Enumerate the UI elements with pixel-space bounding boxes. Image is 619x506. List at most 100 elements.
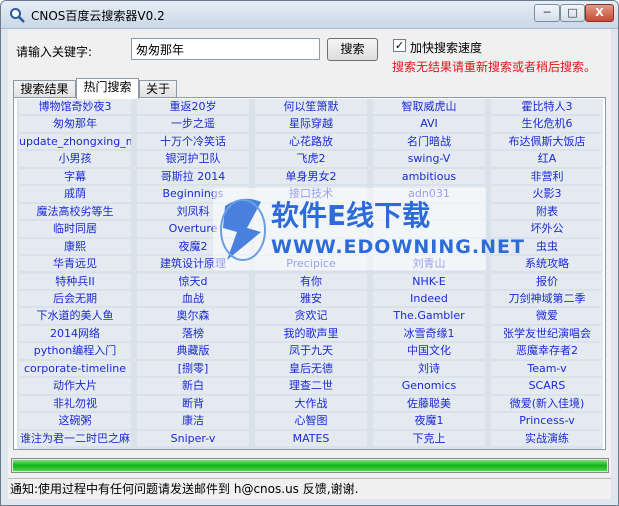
hot-search-item[interactable]: 谁注为君一二时巴之麻 (19, 430, 131, 447)
hot-search-item[interactable]: 红A (491, 151, 603, 168)
hot-search-item[interactable]: ambitious (373, 168, 485, 186)
hot-search-item[interactable]: Team-v (491, 360, 603, 378)
hot-search-item[interactable]: 刀剑神域第二季 (491, 290, 603, 308)
hot-search-item[interactable]: 火影3 (491, 186, 603, 203)
hot-search-item[interactable]: 心花路放 (255, 133, 367, 151)
hot-search-item[interactable]: 附表 (491, 203, 603, 221)
hot-search-item[interactable]: 字幕 (19, 168, 131, 186)
title-bar[interactable]: CNOS百度云搜索器V0.2 ─ □ X (1, 1, 618, 29)
hot-search-item[interactable]: 微爱(新入佳境) (491, 395, 603, 413)
hot-search-item[interactable]: [捌零] (137, 360, 249, 378)
hot-search-item[interactable]: The.Gambler (373, 308, 485, 325)
hot-search-item[interactable]: 恶魔幸存者2 (491, 343, 603, 360)
speedup-checkbox[interactable]: ✓ (393, 39, 406, 52)
hot-search-item[interactable]: 新白 (137, 378, 249, 395)
tab-hot-search[interactable]: 热门搜索 (76, 78, 139, 99)
hot-search-item[interactable]: 有你 (255, 273, 367, 290)
hot-search-item[interactable]: 佐藤聪美 (373, 395, 485, 413)
hot-search-item[interactable]: SCARS (491, 378, 603, 395)
hot-search-item[interactable]: 非营利 (491, 168, 603, 186)
hot-search-item[interactable]: 飞虎2 (255, 151, 367, 168)
hot-search-item[interactable]: 落榜 (137, 325, 249, 343)
hot-search-item[interactable]: 生化危机6 (491, 116, 603, 133)
hot-search-item[interactable]: 后会无期 (19, 290, 131, 308)
tab-about[interactable]: 关于 (139, 80, 177, 98)
hot-search-item[interactable]: 2014网络 (19, 325, 131, 343)
hot-search-item[interactable]: 康洁 (137, 413, 249, 430)
hot-search-item[interactable]: 哥斯拉 2014 (137, 168, 249, 186)
hot-search-item[interactable]: 星际穿越 (255, 116, 367, 133)
hot-search-item[interactable]: 布达佩斯大饭店 (491, 133, 603, 151)
hot-search-item[interactable]: 中国文化 (373, 343, 485, 360)
watermark-logo-icon (220, 198, 266, 261)
hot-search-item[interactable]: 心智图 (255, 413, 367, 430)
hot-search-item[interactable]: 单身男女2 (255, 168, 367, 186)
hot-search-item[interactable]: MATES (255, 430, 367, 447)
hot-search-item[interactable]: 小男孩 (19, 151, 131, 168)
hot-search-item[interactable]: python编程入门 (19, 343, 131, 360)
hot-search-item[interactable]: swing-V (373, 151, 485, 168)
hot-search-item[interactable]: 戚荫 (19, 186, 131, 203)
hot-search-item[interactable]: 康熙 (19, 238, 131, 256)
hot-search-item[interactable]: 惊天d (137, 273, 249, 290)
hot-search-item[interactable]: 临时同居 (19, 221, 131, 238)
hot-search-item[interactable]: 断背 (137, 395, 249, 413)
hot-search-item[interactable]: 夜魔1 (373, 413, 485, 430)
hot-search-item[interactable]: 报价 (491, 273, 603, 290)
hot-search-item[interactable]: 非礼勿视 (19, 395, 131, 413)
hot-search-item[interactable]: 银河护卫队 (137, 151, 249, 168)
maximize-button[interactable]: □ (560, 4, 585, 22)
hot-search-item[interactable]: 下克上 (373, 430, 485, 447)
hot-search-item[interactable]: 特种兵II (19, 273, 131, 290)
hot-search-item[interactable]: 名门暗战 (373, 133, 485, 151)
hot-search-item[interactable]: 下水道的美人鱼 (19, 308, 131, 325)
hot-search-item[interactable]: 典藏版 (137, 343, 249, 360)
hot-search-item[interactable]: 系统攻略 (491, 256, 603, 273)
app-window: CNOS百度云搜索器V0.2 ─ □ X 请输入关键字: 搜索 ✓ 加快搜索速度… (0, 0, 619, 506)
hot-search-item[interactable]: 大作战 (255, 395, 367, 413)
hot-search-item[interactable]: 凤于九天 (255, 343, 367, 360)
progress-bar (11, 458, 609, 473)
hot-search-item[interactable]: update_zhongxing_m (19, 133, 131, 151)
status-bar: 通知:使用过程中有任何问题请发送邮件到 h@cnos.us 反馈,谢谢. (8, 478, 611, 499)
hot-search-item[interactable]: 我的歌声里 (255, 325, 367, 343)
hot-search-item[interactable]: AVI (373, 116, 485, 133)
hot-search-item[interactable]: corporate-timeline (19, 360, 131, 378)
hot-search-item[interactable]: 皇后无德 (255, 360, 367, 378)
hot-search-item[interactable]: Indeed (373, 290, 485, 308)
search-button[interactable]: 搜索 (327, 38, 378, 61)
keyword-input[interactable] (131, 38, 320, 60)
hot-search-item[interactable]: 微爱 (491, 308, 603, 325)
speedup-checkbox-label[interactable]: 加快搜索速度 (410, 39, 482, 56)
hot-search-item[interactable]: 十万个冷笑话 (137, 133, 249, 151)
hot-search-item[interactable]: 这碗粥 (19, 413, 131, 430)
hot-search-item[interactable]: 冰雪奇缘1 (373, 325, 485, 343)
tab-search-results[interactable]: 搜索结果 (13, 80, 76, 98)
hot-search-item[interactable]: 实战演练 (491, 430, 603, 447)
hot-search-item[interactable]: Genomics (373, 378, 485, 395)
hot-search-item[interactable]: 魔法高校劣等生 (19, 203, 131, 221)
hot-search-item[interactable]: 匆匆那年 (19, 116, 131, 133)
hot-search-item[interactable]: 一步之遥 (137, 116, 249, 133)
hot-search-item[interactable]: 重返20岁 (137, 99, 249, 116)
close-button[interactable]: X (585, 4, 614, 22)
hot-search-item[interactable]: 智取威虎山 (373, 99, 485, 116)
minimize-button[interactable]: ─ (534, 4, 560, 22)
hot-search-item[interactable]: 霍比特人3 (491, 99, 603, 116)
hot-search-item[interactable]: 张学友世纪演唱会 (491, 325, 603, 343)
watermark-text: 软件E线下载 (271, 199, 431, 232)
hot-search-item[interactable]: 贪欢记 (255, 308, 367, 325)
hot-search-item[interactable]: 华青远见 (19, 256, 131, 273)
hot-search-item[interactable]: 刘诗 (373, 360, 485, 378)
hot-search-item[interactable]: 博物馆奇妙夜3 (19, 99, 131, 116)
magnifier-icon (10, 8, 25, 23)
hot-search-item[interactable]: Princess-v (491, 413, 603, 430)
hot-search-item[interactable]: 何以笙箫默 (255, 99, 367, 116)
hot-search-item[interactable]: 动作大片 (19, 378, 131, 395)
hot-search-item[interactable]: 雅安 (255, 290, 367, 308)
hot-search-item[interactable]: 理查二世 (255, 378, 367, 395)
hot-search-item[interactable]: NHK-E (373, 273, 485, 290)
hot-search-item[interactable]: Sniper-v (137, 430, 249, 447)
hot-search-item[interactable]: 血战 (137, 290, 249, 308)
hot-search-item[interactable]: 奥尔森 (137, 308, 249, 325)
